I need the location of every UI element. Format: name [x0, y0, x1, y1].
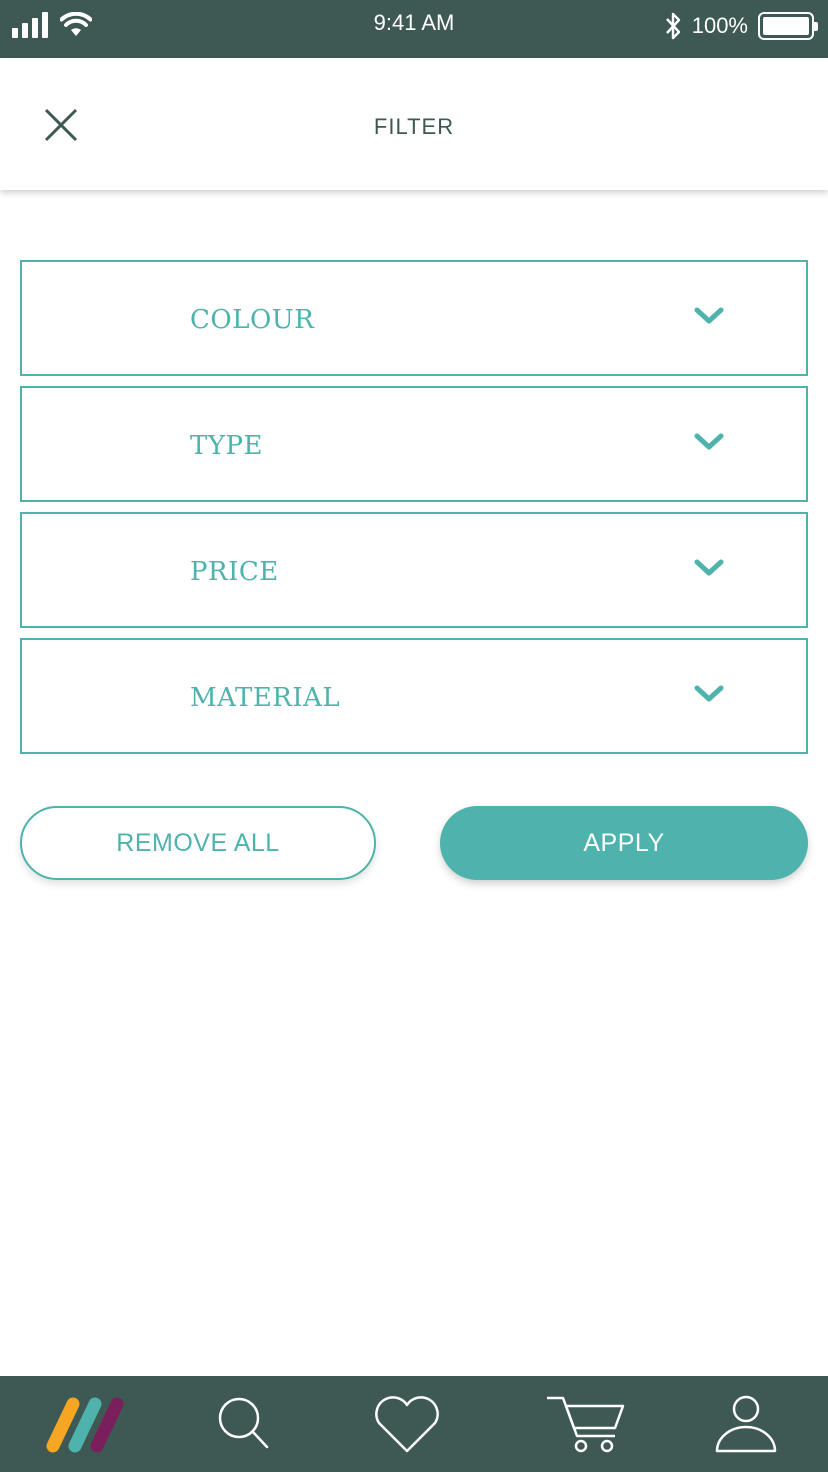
chevron-down-icon [694, 559, 724, 576]
tab-search[interactable] [200, 1376, 290, 1472]
chevron-down-icon [694, 307, 724, 324]
battery-icon [758, 12, 818, 40]
apply-button[interactable]: APPLY [440, 806, 808, 880]
filter-row-type[interactable]: TYPE [20, 386, 808, 502]
heart-icon [375, 1396, 439, 1453]
filter-label: MATERIAL [190, 683, 341, 713]
cart-icon [547, 1396, 625, 1453]
battery-percent: 100% [691, 13, 748, 38]
chevron-down-icon [694, 433, 724, 450]
home-logo-icon [46, 1397, 124, 1453]
status-bar: 9:41 AM 100% [0, 0, 828, 58]
status-right: 100% [664, 8, 818, 44]
filter-row-material[interactable]: MATERIAL [20, 638, 808, 754]
tab-home[interactable] [30, 1376, 140, 1472]
filter-row-colour[interactable]: COLOUR [20, 260, 808, 376]
tab-profile[interactable] [706, 1376, 786, 1472]
chevron-down-icon [694, 685, 724, 702]
page-title: FILTER [373, 114, 455, 139]
filter-row-price[interactable]: PRICE [20, 512, 808, 628]
header-bar: FILTER [0, 58, 828, 190]
profile-icon [715, 1395, 777, 1453]
bluetooth-icon [665, 12, 680, 40]
filter-label: COLOUR [190, 305, 315, 335]
tab-favorites[interactable] [362, 1376, 452, 1472]
tab-cart[interactable] [535, 1376, 635, 1472]
remove-all-button[interactable]: REMOVE ALL [20, 806, 376, 880]
filter-list: COLOUR TYPE PRICE MATERIAL [20, 260, 808, 764]
tab-bar [0, 1376, 828, 1472]
filter-label: TYPE [190, 431, 263, 461]
search-icon [218, 1397, 269, 1449]
filter-label: PRICE [190, 557, 279, 587]
